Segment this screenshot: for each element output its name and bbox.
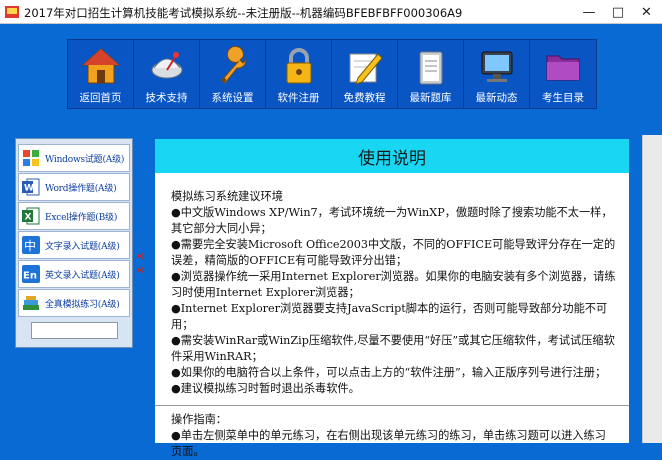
svg-text:En: En bbox=[23, 271, 37, 282]
sidebar-item-label: 文字录入试题(A级) bbox=[45, 241, 120, 252]
minimize-button[interactable]: — bbox=[574, 0, 604, 24]
vertical-scrollbar[interactable] bbox=[642, 135, 662, 443]
toolbar-news-button[interactable]: 最新动态 bbox=[464, 40, 530, 108]
sidebar-item-chinese-typing[interactable]: 中 文字录入试题(A级) bbox=[18, 231, 130, 259]
content-header: 使用说明 bbox=[155, 139, 629, 173]
english-input-icon: En bbox=[22, 265, 40, 283]
word-icon: W bbox=[22, 178, 40, 196]
paragraph: ●需要完全安装Microsoft Office2003中文版，不同的OFFICE… bbox=[171, 238, 616, 267]
toolbar-label: 最新题库 bbox=[409, 92, 452, 104]
toolbar-label: 软件注册 bbox=[277, 92, 320, 104]
paragraph: ●Internet Explorer浏览器要支持JavaScript脚本的运行，… bbox=[171, 302, 608, 331]
clipboard-icon bbox=[419, 51, 442, 85]
guide-title: 操作指南： bbox=[171, 413, 227, 426]
close-button[interactable]: ✕ bbox=[631, 0, 662, 24]
content-title: 使用说明 bbox=[358, 148, 426, 169]
toolbar-home-button[interactable]: 返回首页 bbox=[68, 40, 134, 108]
lock-icon bbox=[286, 48, 311, 84]
paragraph: ●单击左侧菜单中的单元练习，在右侧出现该单元练习的练习，单击练习题可以进入练习页… bbox=[171, 429, 606, 458]
folder-icon bbox=[546, 55, 580, 81]
sidebar-item-english-typing[interactable]: En 英文录入试题(A级) bbox=[18, 260, 130, 288]
monitor-icon bbox=[481, 51, 512, 82]
sidebar-item-label: 全真模拟练习(A级) bbox=[45, 299, 120, 310]
pencil-icon bbox=[349, 53, 383, 85]
toolbar-label: 返回首页 bbox=[79, 92, 122, 104]
sidebar-menu: Windows试题(A级) W Word操作题(A级) X Excel操作题(B… bbox=[15, 138, 133, 348]
toolbar-tutorial-button[interactable]: 免费教程 bbox=[332, 40, 398, 108]
toolbar-label: 最新动态 bbox=[475, 92, 518, 104]
maximize-icon: □ bbox=[611, 4, 625, 20]
chevron-double-left-icon: « bbox=[136, 249, 145, 264]
toolbar-label: 技术支持 bbox=[145, 92, 188, 104]
paragraph: 模拟练习系统建议环境 bbox=[171, 190, 283, 203]
satellite-icon bbox=[151, 52, 182, 79]
sidebar-item-windows[interactable]: Windows试题(A级) bbox=[18, 144, 130, 172]
sidebar-item-label: 英文录入试题(A级) bbox=[45, 270, 120, 281]
main-toolbar: 返回首页 技术支持 系统设置 软件注册 免费教程 最新题库 最新动态 考生目录 bbox=[67, 39, 597, 109]
windows-icon bbox=[23, 150, 39, 166]
svg-text:W: W bbox=[24, 184, 34, 194]
collapse-sidebar-icon[interactable]: « « bbox=[136, 250, 148, 278]
toolbar-label: 免费教程 bbox=[343, 92, 386, 104]
wrench-icon bbox=[220, 46, 247, 84]
home-icon bbox=[81, 48, 120, 84]
paragraph: ●浏览器操作统一采用Internet Explorer浏览器。如果你的电脑安装有… bbox=[171, 270, 616, 299]
toolbar-settings-button[interactable]: 系统设置 bbox=[200, 40, 266, 108]
svg-text:X: X bbox=[25, 213, 32, 223]
sidebar-input[interactable] bbox=[31, 322, 118, 339]
sidebar-item-word[interactable]: W Word操作题(A级) bbox=[18, 173, 130, 201]
window-title: 2017年对口招生计算机技能考试模拟系统--未注册版--机器编码BFEBFBFF… bbox=[24, 6, 463, 20]
paragraph: ●如果你的电脑符合以上条件，可以点击上方的“软件注册”，输入正版序列号进行注册； bbox=[171, 366, 607, 379]
chevron-double-left-icon: « bbox=[136, 263, 145, 278]
toolbar-label: 考生目录 bbox=[542, 92, 584, 104]
toolbar-register-button[interactable]: 软件注册 bbox=[266, 40, 332, 108]
close-icon: ✕ bbox=[641, 4, 652, 20]
paragraph: ●需安装WinRar或WinZip压缩软件,尽量不要使用“好压”或其它压缩软件，… bbox=[171, 334, 615, 363]
sidebar-item-label: Windows试题(A级) bbox=[45, 154, 125, 165]
content-panel: 使用说明 模拟练习系统建议环境 ●中文版Windows XP/Win7，考试环境… bbox=[155, 139, 629, 458]
divider bbox=[155, 405, 629, 406]
paragraph: ●中文版Windows XP/Win7，考试环境统一为WinXP，傲题时除了搜索… bbox=[171, 206, 613, 235]
app-icon bbox=[5, 6, 19, 18]
toolbar-label: 系统设置 bbox=[211, 92, 254, 104]
sidebar-item-label: Word操作题(A级) bbox=[45, 183, 117, 194]
chinese-input-icon: 中 bbox=[22, 236, 40, 254]
excel-icon: X bbox=[22, 207, 40, 225]
sidebar-item-excel[interactable]: X Excel操作题(B级) bbox=[18, 202, 130, 230]
books-icon bbox=[23, 296, 39, 310]
sidebar-item-label: Excel操作题(B级) bbox=[45, 212, 118, 223]
svg-text:中: 中 bbox=[24, 238, 36, 253]
sidebar-item-full-mock[interactable]: 全真模拟练习(A级) bbox=[18, 289, 130, 317]
content-body: 模拟练习系统建议环境 ●中文版Windows XP/Win7，考试环境统一为Wi… bbox=[155, 189, 629, 460]
paragraph: ●建议模拟练习时暂时退出杀毒软件。 bbox=[171, 382, 360, 395]
maximize-button[interactable]: □ bbox=[603, 0, 633, 24]
toolbar-student-dir-button[interactable]: 考生目录 bbox=[530, 40, 596, 108]
toolbar-question-bank-button[interactable]: 最新题库 bbox=[398, 40, 464, 108]
title-bar: 2017年对口招生计算机技能考试模拟系统--未注册版--机器编码BFEBFBFF… bbox=[0, 0, 662, 24]
minimize-icon: — bbox=[582, 4, 596, 20]
toolbar-support-button[interactable]: 技术支持 bbox=[134, 40, 200, 108]
